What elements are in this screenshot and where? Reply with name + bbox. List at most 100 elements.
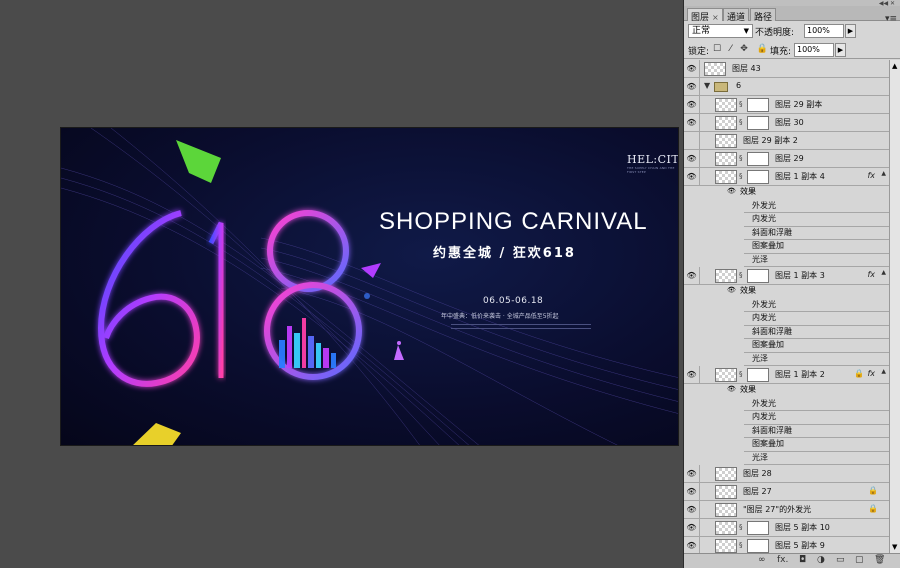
effects-header[interactable]: 👁 效果: [684, 186, 889, 200]
layer-mask-thumbnail[interactable]: [747, 152, 769, 166]
eye-icon[interactable]: 👁: [684, 519, 700, 537]
layer-mask-thumbnail[interactable]: [747, 98, 769, 112]
effect-item[interactable]: 斜面和浮雕: [684, 325, 889, 339]
new-layer-icon[interactable]: ▢: [855, 555, 864, 565]
effect-item[interactable]: 斜面和浮雕: [684, 424, 889, 438]
adjustment-layer-icon[interactable]: ◑: [817, 555, 825, 565]
eye-icon[interactable]: 👁: [684, 60, 700, 78]
layer-list-scrollbar[interactable]: ▲ ▼: [889, 60, 900, 553]
tab-layers[interactable]: 图层 ×: [687, 8, 723, 23]
opacity-input[interactable]: 100%: [804, 24, 844, 38]
tab-channels[interactable]: 通道: [723, 8, 750, 23]
chain-link-icon[interactable]: §: [739, 370, 743, 378]
link-layers-icon[interactable]: ∞: [758, 555, 766, 565]
eye-icon[interactable]: 👁: [684, 465, 700, 483]
layer-mask-thumbnail[interactable]: [747, 539, 769, 553]
fx-icon[interactable]: fx: [867, 270, 875, 279]
collapse-effects-icon[interactable]: ▲: [881, 368, 886, 375]
brand-logo: HEL:CITY: [627, 153, 679, 166]
effect-item[interactable]: 光泽: [684, 451, 889, 465]
layer-row[interactable]: 👁 § 图层 29: [684, 150, 889, 168]
layer-row[interactable]: 👁 § 图层 5 副本 10: [684, 519, 889, 537]
effects-header[interactable]: 👁 效果: [684, 285, 889, 299]
expand-triangle-icon[interactable]: ▼: [704, 81, 710, 90]
effect-item[interactable]: 图案叠加: [684, 438, 889, 452]
layer-row[interactable]: 👁 图层 27 🔒: [684, 483, 889, 501]
layer-mask-thumbnail[interactable]: [747, 269, 769, 283]
layer-row[interactable]: 👁 "图层 27"的外发光 🔒: [684, 501, 889, 519]
layer-row[interactable]: 👁 § 图层 29 副本: [684, 96, 889, 114]
eye-icon[interactable]: 👁: [684, 483, 700, 501]
layer-row[interactable]: 👁 图层 29 副本 2: [684, 132, 889, 150]
layer-group-row[interactable]: 👁 ▼ 6: [684, 78, 889, 96]
layer-name: 图层 28: [743, 469, 772, 478]
layer-mask-thumbnail[interactable]: [747, 368, 769, 382]
scroll-down-icon[interactable]: ▼: [892, 543, 897, 551]
effect-label: 斜面和浮雕: [752, 425, 792, 435]
effect-item[interactable]: 内发光: [684, 213, 889, 227]
chain-link-icon[interactable]: §: [739, 172, 743, 180]
eye-icon[interactable]: 👁: [684, 150, 700, 168]
effect-item[interactable]: 光泽: [684, 253, 889, 267]
effect-item[interactable]: 外发光: [684, 298, 889, 312]
add-mask-icon[interactable]: ◘: [799, 555, 806, 565]
layer-row[interactable]: 👁 § 图层 1 副本 2 🔒 fx ▲: [684, 366, 889, 384]
new-group-icon[interactable]: ▭: [836, 555, 845, 565]
opacity-label: 不透明度:: [755, 28, 795, 38]
layer-row[interactable]: 👁 § 图层 1 副本 4 fx ▲: [684, 168, 889, 186]
chain-link-icon[interactable]: §: [739, 541, 743, 549]
eye-icon[interactable]: 👁: [684, 366, 700, 384]
fx-icon[interactable]: fx: [867, 171, 875, 180]
collapse-effects-icon[interactable]: ▲: [881, 269, 886, 276]
layer-row[interactable]: 👁 § 图层 5 副本 9: [684, 537, 889, 553]
effect-item[interactable]: 图案叠加: [684, 339, 889, 353]
close-tab-icon[interactable]: ×: [712, 13, 719, 22]
chain-link-icon[interactable]: §: [739, 154, 743, 162]
layer-row[interactable]: 👁 § 图层 1 副本 3 fx ▲: [684, 267, 889, 285]
eye-icon[interactable]: 👁: [684, 114, 700, 132]
fill-slider-arrow-icon[interactable]: ▶: [835, 43, 846, 57]
eye-icon[interactable]: 👁: [727, 187, 736, 195]
chain-link-icon[interactable]: §: [739, 271, 743, 279]
layer-mask-thumbnail[interactable]: [747, 116, 769, 130]
eye-icon[interactable]: 👁: [684, 537, 700, 553]
add-style-icon[interactable]: fx.: [777, 555, 788, 565]
layer-row[interactable]: 👁 图层 43: [684, 60, 889, 78]
eye-icon[interactable]: 👁: [684, 168, 700, 186]
effect-item[interactable]: 光泽: [684, 352, 889, 366]
eye-icon[interactable]: 👁: [684, 267, 700, 285]
eye-icon[interactable]: 👁: [684, 78, 700, 96]
lock-options-icons[interactable]: ☐ ⁄ ✥ 🔒: [713, 44, 771, 54]
chain-link-icon[interactable]: §: [739, 523, 743, 531]
fx-icon[interactable]: fx: [867, 369, 875, 378]
blend-row: 正常 ▼ 不透明度: 100% ▶: [684, 22, 900, 40]
layer-mask-thumbnail[interactable]: [747, 170, 769, 184]
chain-link-icon[interactable]: §: [739, 118, 743, 126]
purple-shard: [361, 263, 381, 278]
effect-item[interactable]: 内发光: [684, 411, 889, 425]
document-canvas[interactable]: HEL:CITY THE SUPPLY CHAIN AND THE FIRST …: [60, 127, 679, 446]
scroll-up-icon[interactable]: ▲: [892, 62, 897, 70]
fill-input[interactable]: 100%: [794, 43, 834, 57]
effect-item[interactable]: 外发光: [684, 199, 889, 213]
effect-item[interactable]: 外发光: [684, 397, 889, 411]
layer-mask-thumbnail[interactable]: [747, 521, 769, 535]
effect-item[interactable]: 图案叠加: [684, 240, 889, 254]
eye-icon[interactable]: 👁: [684, 96, 700, 114]
layer-row[interactable]: 👁 § 图层 30: [684, 114, 889, 132]
blend-mode-select[interactable]: 正常 ▼: [688, 24, 753, 38]
effect-item[interactable]: 内发光: [684, 312, 889, 326]
effects-header[interactable]: 👁 效果: [684, 384, 889, 398]
opacity-slider-arrow-icon[interactable]: ▶: [845, 24, 856, 38]
eye-icon[interactable]: 👁: [727, 385, 736, 393]
eye-icon[interactable]: 👁: [684, 501, 700, 519]
delete-layer-icon[interactable]: 🗑: [874, 555, 885, 565]
effect-item[interactable]: 斜面和浮雕: [684, 226, 889, 240]
eye-icon[interactable]: 👁: [727, 286, 736, 294]
tab-paths[interactable]: 路径: [750, 8, 777, 23]
chain-link-icon[interactable]: §: [739, 100, 743, 108]
lock-icon: 🔒: [868, 504, 878, 513]
layer-row[interactable]: 👁 图层 28: [684, 465, 889, 483]
eye-icon[interactable]: 👁: [684, 132, 700, 150]
collapse-effects-icon[interactable]: ▲: [881, 170, 886, 177]
